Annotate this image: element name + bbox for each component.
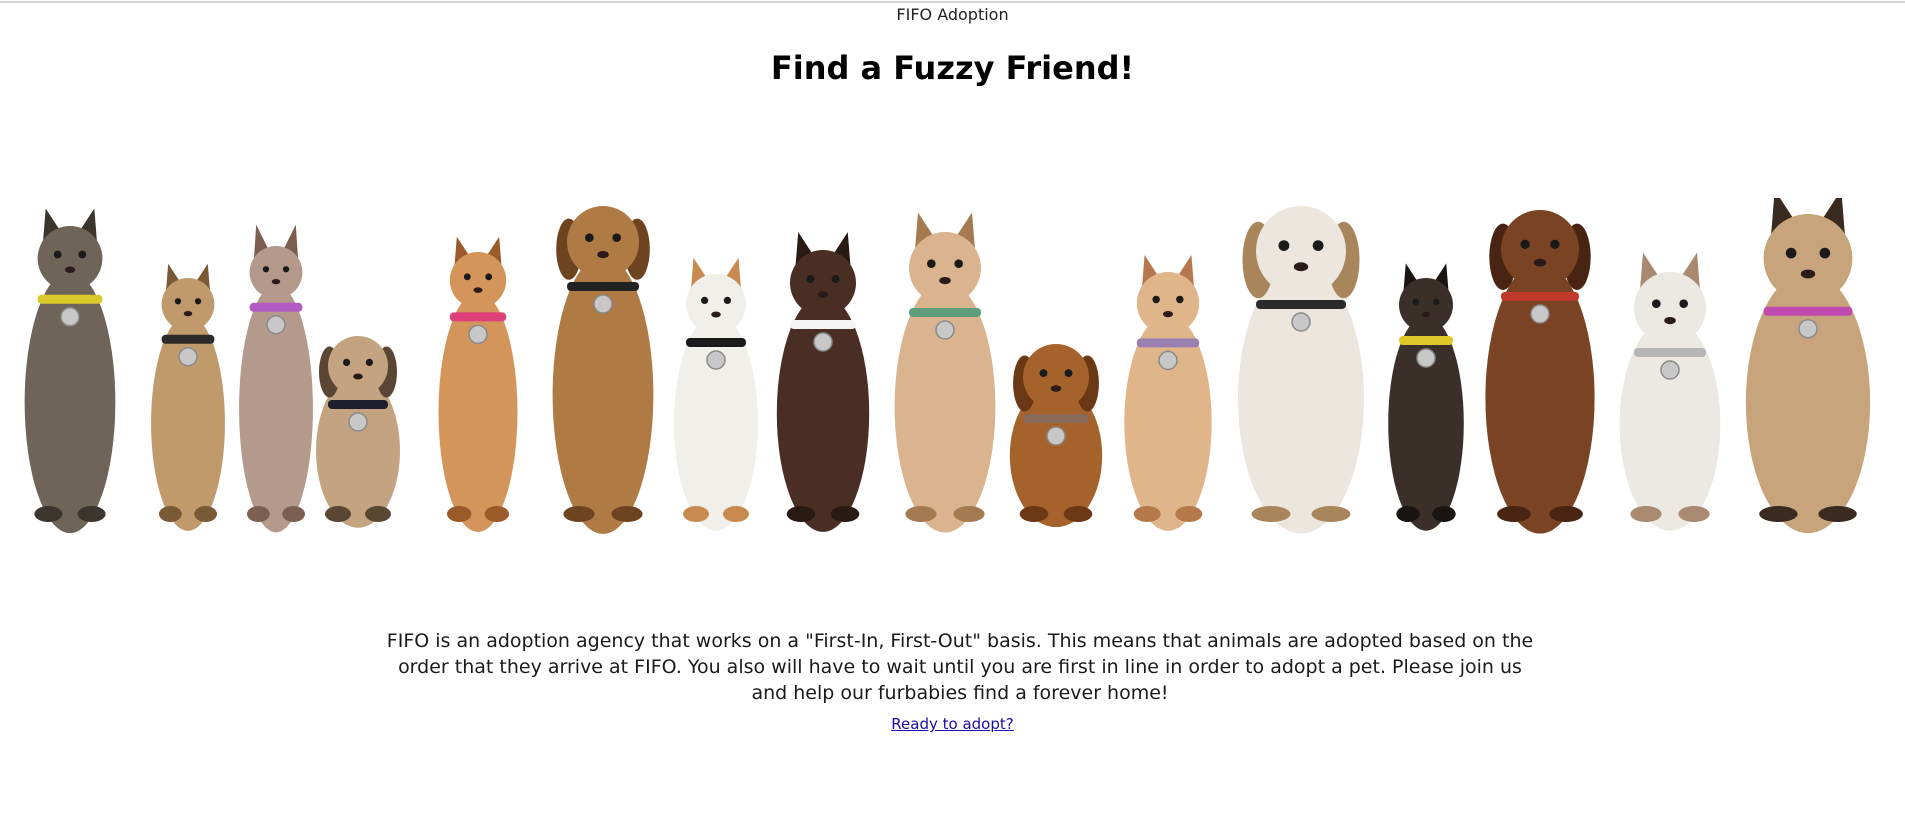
- cream-british-cat-illustration: [894, 212, 996, 533]
- tortoiseshell-kitten-illustration: [1388, 263, 1464, 531]
- french-bulldog-illustration: [1745, 198, 1871, 534]
- pug-mix-illustration: [316, 336, 400, 528]
- site-title: FIFO Adoption: [896, 5, 1009, 24]
- chihuahua-tan-illustration: [151, 263, 225, 531]
- exotic-shorthair-cat-illustration: [674, 257, 758, 531]
- top-border: [0, 1, 1905, 3]
- ready-to-adopt-link[interactable]: Ready to adopt?: [891, 715, 1013, 733]
- cavalier-puppy-illustration: [1009, 344, 1103, 528]
- ginger-kitten-illustration: [1124, 255, 1212, 531]
- pets-banner-image: [24, 198, 1871, 534]
- cta-container: Ready to adopt?: [0, 714, 1905, 734]
- orange-tabby-cat-illustration: [438, 236, 518, 532]
- basset-hound-illustration: [1485, 210, 1595, 534]
- page-title: Find a Fuzzy Friend!: [770, 49, 1135, 87]
- sphynx-cat-illustration: [239, 224, 313, 533]
- black-white-chihuahua-illustration: [776, 232, 870, 532]
- maine-coon-cat-illustration: [24, 208, 116, 534]
- english-bulldog-illustration: [1238, 206, 1364, 534]
- calico-persian-cat-illustration: [1619, 252, 1721, 531]
- intro-paragraph: FIFO is an adoption agency that works on…: [386, 630, 1534, 704]
- brown-white-dog-illustration: [552, 206, 654, 534]
